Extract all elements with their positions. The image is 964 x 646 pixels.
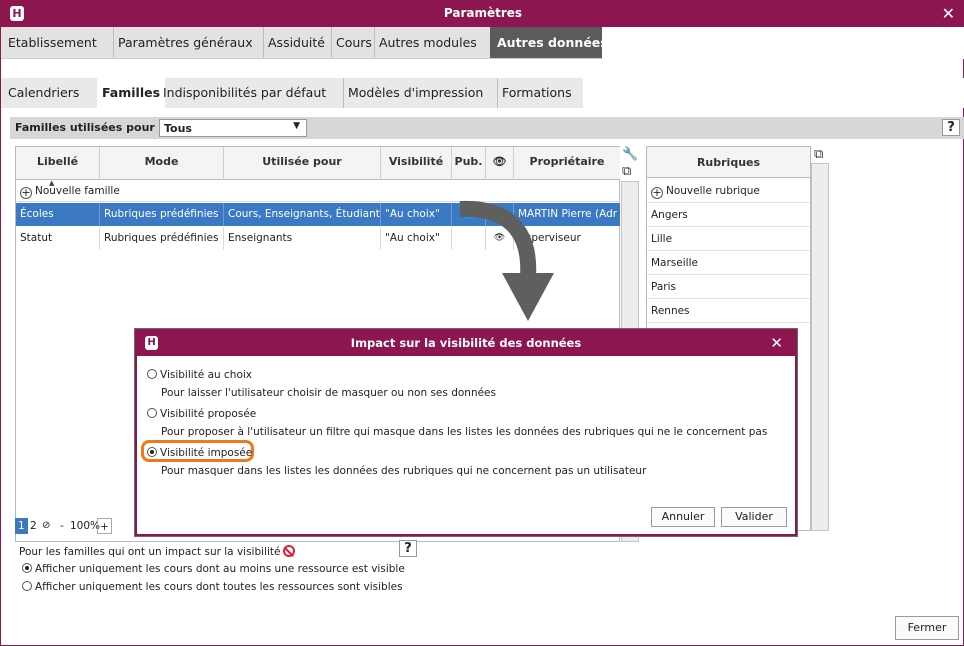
window-title: Paramètres	[443, 6, 523, 20]
rubriques-scrollbar[interactable]	[811, 163, 829, 531]
option-visibilite-au-choix[interactable]: Visibilité au choix	[147, 369, 252, 381]
tab-autres-modules[interactable]: Autres modules	[374, 27, 477, 58]
list-item[interactable]: Lille	[647, 227, 810, 251]
tab-parametres-generaux[interactable]: Paramètres généraux	[113, 27, 253, 58]
page-2[interactable]: 2	[27, 518, 40, 534]
help-button[interactable]: ?	[399, 540, 417, 557]
page-1[interactable]: 1	[15, 518, 28, 534]
tab-formations[interactable]: Formations	[497, 78, 572, 108]
col-pub[interactable]: Pub.	[452, 147, 486, 180]
option-toutes[interactable]: Afficher uniquement les cours dont toute…	[22, 581, 403, 593]
copy-icon[interactable]: ⧉	[814, 147, 823, 162]
tab-familles[interactable]: Familles	[97, 78, 166, 108]
new-rubrique-row[interactable]: + Nouvelle rubrique	[647, 179, 810, 203]
col-mode[interactable]: Mode	[100, 147, 224, 180]
wrench-icon[interactable]: 🔧	[622, 147, 638, 162]
col-visibilite[interactable]: Visibilité	[381, 147, 452, 180]
col-utilisee-pour[interactable]: Utilisée pour	[224, 147, 381, 180]
plus-circle-icon: +	[651, 186, 663, 199]
col-eye[interactable]: 👁	[486, 147, 514, 180]
option-desc: Pour laisser l'utilisateur choisir de ma…	[161, 387, 496, 399]
close-icon[interactable]: ✕	[770, 334, 783, 352]
zoom-minus-button[interactable]: -	[57, 518, 67, 534]
impact-label-row: Pour les familles qui ont un impact sur …	[19, 545, 296, 558]
plus-circle-icon: +	[20, 186, 32, 199]
sub-tabs: Calendriers Familles Indisponibilités pa…	[1, 78, 964, 108]
tabs-spacer	[602, 27, 964, 59]
curved-arrow-icon	[459, 200, 554, 321]
tab-indisponibilites[interactable]: Indisponibilités par défaut	[163, 78, 326, 108]
list-item[interactable]: Marseille	[647, 251, 810, 275]
filter-select-value: Tous	[164, 122, 192, 135]
radio-icon	[147, 369, 157, 379]
zoom-plus-button[interactable]: +	[97, 518, 112, 534]
copy-icon[interactable]: ⧉	[622, 164, 631, 179]
radio-icon	[22, 581, 32, 591]
main-tabs: Etablissement Paramètres généraux Assidu…	[1, 27, 964, 59]
visibilite-dialog: H Impact sur la visibilité des données ✕…	[135, 329, 797, 536]
annuler-button[interactable]: Annuler	[651, 507, 715, 527]
window-titlebar: H Paramètres ✕	[1, 1, 964, 27]
filter-bar: Familles utilisées pour Tous ▼ ?	[10, 117, 964, 139]
option-visibilite-imposee[interactable]: Visibilité imposée	[147, 447, 252, 459]
filter-label: Familles utilisées pour	[15, 121, 155, 134]
option-au-moins-une[interactable]: Afficher uniquement les cours dont au mo…	[22, 563, 405, 575]
help-button[interactable]: ?	[942, 119, 960, 136]
forbidden-icon	[283, 545, 296, 557]
subtabs-spacer	[583, 78, 964, 108]
option-desc: Pour proposer à l'utilisateur un filtre …	[161, 426, 768, 438]
tab-modeles-impression[interactable]: Modèles d'impression	[343, 78, 483, 108]
fermer-button[interactable]: Fermer	[895, 616, 959, 640]
dialog-title: Impact sur la visibilité des données	[350, 336, 582, 350]
close-icon[interactable]: ✕	[942, 4, 955, 23]
filter-select[interactable]: Tous ▼	[159, 119, 307, 137]
valider-button[interactable]: Valider	[721, 507, 787, 527]
tab-cours[interactable]: Cours	[331, 27, 372, 58]
option-visibilite-proposee[interactable]: Visibilité proposée	[147, 408, 256, 420]
radio-icon	[147, 408, 157, 418]
tab-etablissement[interactable]: Etablissement	[8, 27, 97, 58]
list-item[interactable]: Angers	[647, 203, 810, 227]
parametres-window: H Paramètres ✕ Etablissement Paramètres …	[0, 0, 964, 646]
col-libelle[interactable]: Libellé ▲	[16, 147, 100, 187]
rubriques-header: Rubriques	[647, 147, 810, 178]
radio-icon	[147, 447, 157, 457]
hidden-eye-icon[interactable]: ⊘	[39, 518, 53, 534]
eye-icon: 👁	[492, 155, 507, 168]
radio-icon	[22, 563, 32, 573]
list-item[interactable]: Paris	[647, 275, 810, 299]
tab-calendriers[interactable]: Calendriers	[8, 78, 79, 108]
grid-header: Libellé ▲ Mode Utilisée pour Visibilité …	[16, 147, 620, 187]
dialog-titlebar: H Impact sur la visibilité des données ✕	[137, 331, 795, 356]
option-desc: Pour masquer dans les listes les données…	[161, 465, 647, 477]
tab-autres-donnees[interactable]: Autres données	[490, 27, 615, 58]
tab-assiduite[interactable]: Assiduité	[263, 27, 325, 58]
col-proprietaire[interactable]: Propriétaire	[514, 147, 620, 180]
list-item[interactable]: Rennes	[647, 299, 810, 323]
chevron-down-icon: ▼	[293, 121, 300, 131]
